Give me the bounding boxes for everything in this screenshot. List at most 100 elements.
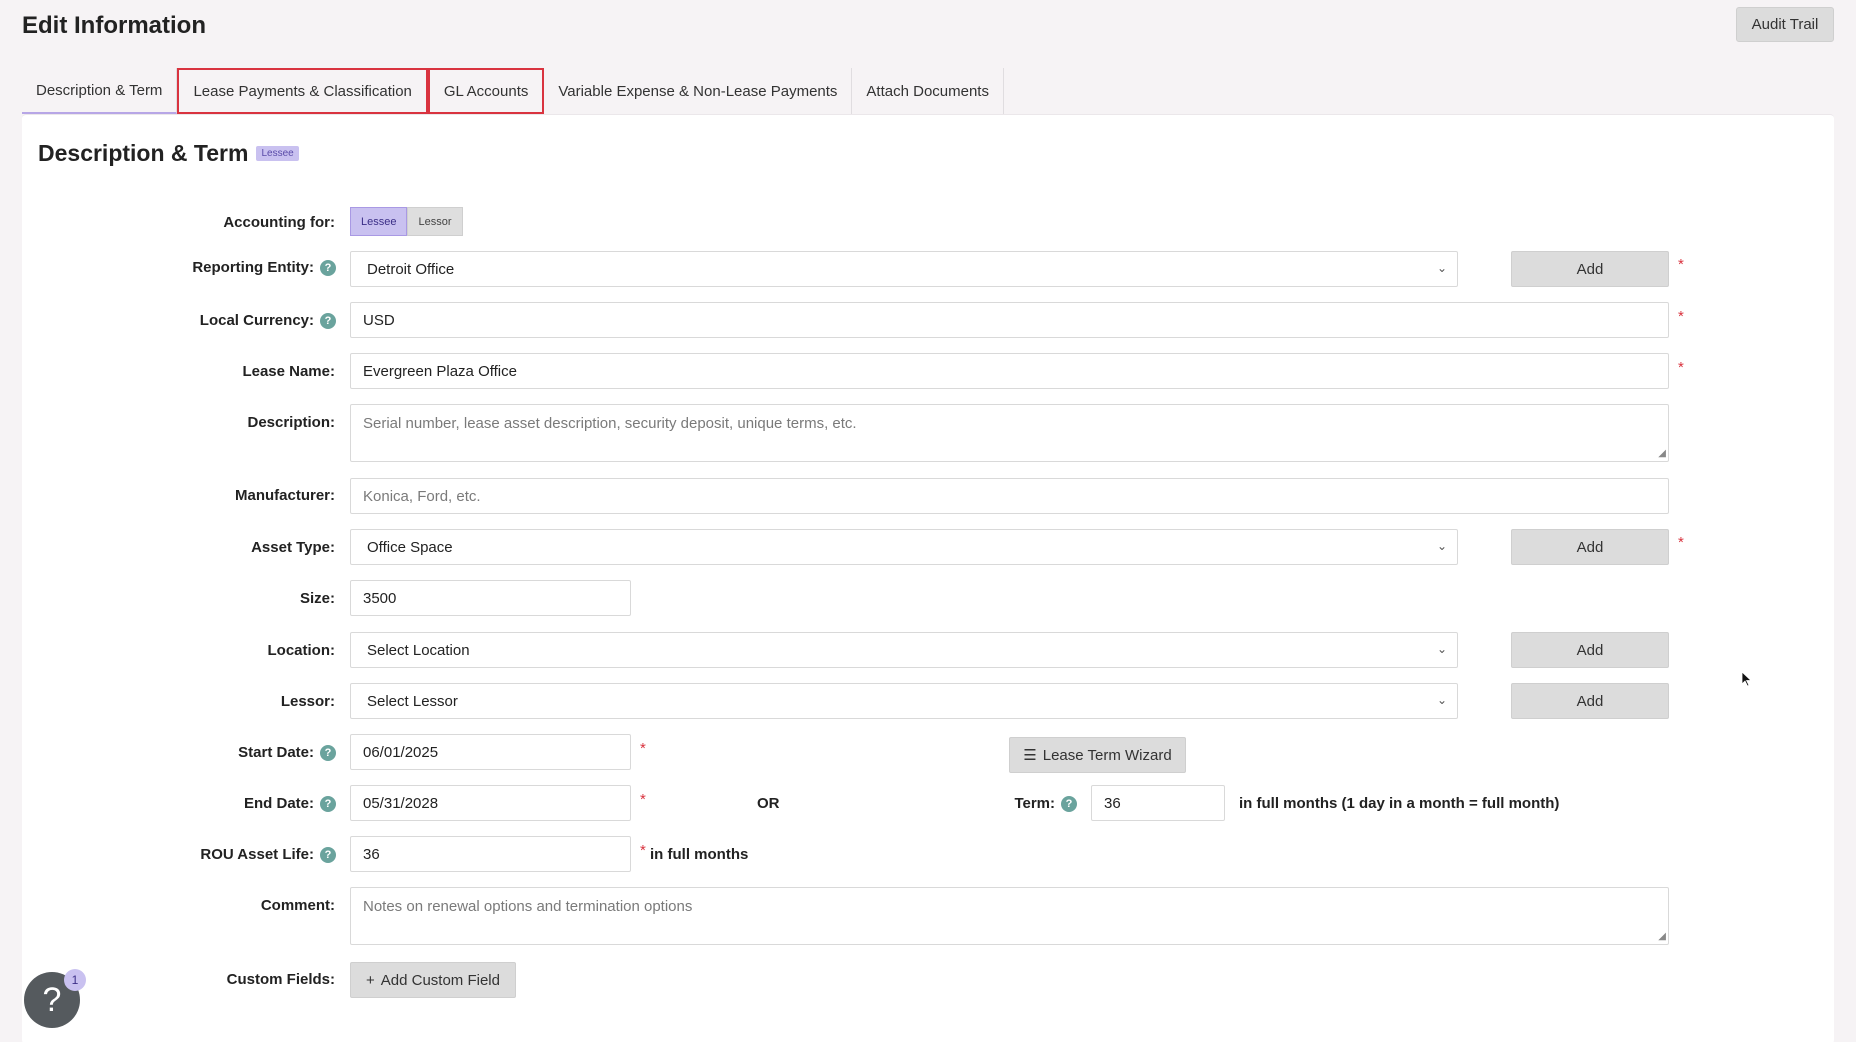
tab-bar: Description & Term Lease Payments & Clas… bbox=[22, 68, 1004, 114]
start-date-field[interactable]: 06/01/2025 bbox=[350, 734, 631, 770]
or-separator: OR bbox=[757, 795, 780, 812]
local-currency-label-text: Local Currency: bbox=[199, 312, 314, 329]
description-label: Description: bbox=[247, 414, 335, 431]
required-mark: * bbox=[1678, 256, 1684, 273]
help-icon[interactable]: ? bbox=[320, 259, 336, 276]
required-mark: * bbox=[640, 842, 646, 859]
add-custom-field-button[interactable]: + Add Custom Field bbox=[350, 962, 516, 998]
help-icon[interactable]: ? bbox=[320, 312, 336, 329]
local-currency-field[interactable]: USD bbox=[350, 302, 1669, 338]
notification-count-badge: 1 bbox=[64, 969, 86, 991]
reporting-entity-label-text: Reporting Entity: bbox=[192, 259, 314, 276]
description-placeholder: Serial number, lease asset description, … bbox=[363, 415, 857, 432]
chevron-down-icon: ⌄ bbox=[1436, 693, 1447, 707]
location-select[interactable]: Select Location ⌄ bbox=[350, 632, 1458, 668]
required-mark: * bbox=[1678, 308, 1684, 325]
reporting-entity-label: Reporting Entity:? bbox=[192, 259, 336, 276]
resize-handle-icon[interactable]: ◢ bbox=[1658, 448, 1666, 459]
comment-label: Comment: bbox=[261, 897, 335, 914]
mouse-cursor-icon bbox=[1741, 671, 1753, 687]
lessor-select[interactable]: Select Lessor ⌄ bbox=[350, 683, 1458, 719]
add-location-button[interactable]: Add bbox=[1511, 632, 1669, 668]
end-date-field[interactable]: 05/31/2028 bbox=[350, 785, 631, 821]
accounting-for-label: Accounting for: bbox=[223, 214, 335, 231]
comment-label-text: Comment: bbox=[260, 897, 335, 914]
rou-asset-life-label-text: ROU Asset Life: bbox=[200, 846, 314, 863]
local-currency-label: Local Currency:? bbox=[200, 312, 336, 329]
lease-term-wizard-label: Lease Term Wizard bbox=[1042, 746, 1172, 764]
lessee-toggle[interactable]: Lessee bbox=[350, 207, 408, 236]
page-title: Edit Information bbox=[22, 12, 206, 39]
custom-fields-label-text: Custom Fields: bbox=[226, 971, 335, 988]
help-icon[interactable]: ? bbox=[320, 795, 336, 812]
required-mark: * bbox=[1678, 359, 1684, 376]
lease-name-label-text: Lease Name: bbox=[242, 363, 335, 380]
manufacturer-field[interactable]: Konica, Ford, etc. bbox=[350, 478, 1669, 514]
chevron-down-icon: ⌄ bbox=[1436, 539, 1447, 553]
add-asset-type-button[interactable]: Add bbox=[1511, 529, 1669, 565]
term-label-text: Term: bbox=[1014, 795, 1055, 812]
lessee-badge: Lessee bbox=[256, 146, 299, 161]
description-label-text: Description: bbox=[247, 414, 335, 431]
help-icon[interactable]: ? bbox=[1061, 795, 1077, 812]
tab-gl-accounts[interactable]: GL Accounts bbox=[427, 68, 545, 114]
tab-lease-payments[interactable]: Lease Payments & Classification bbox=[177, 68, 428, 114]
required-mark: * bbox=[640, 740, 646, 757]
size-label: Size: bbox=[300, 590, 335, 607]
reporting-entity-select[interactable]: Detroit Office ⌄ bbox=[350, 251, 1458, 287]
rou-suffix: in full months bbox=[650, 846, 749, 863]
asset-type-label-text: Asset Type: bbox=[251, 539, 335, 556]
asset-type-label: Asset Type: bbox=[251, 539, 335, 556]
location-label-text: Location: bbox=[267, 642, 336, 659]
tab-variable-expense[interactable]: Variable Expense & Non-Lease Payments bbox=[544, 68, 853, 114]
plus-icon: + bbox=[366, 971, 375, 989]
location-value: Select Location bbox=[367, 641, 470, 659]
term-label: Term:? bbox=[1014, 795, 1077, 812]
accounting-for-label-text: Accounting for: bbox=[223, 214, 335, 231]
section-title-text: Description & Term bbox=[38, 140, 249, 166]
add-custom-field-label: Add Custom Field bbox=[380, 971, 500, 989]
audit-trail-button[interactable]: Audit Trail bbox=[1736, 7, 1834, 42]
location-label: Location: bbox=[268, 642, 336, 659]
manufacturer-label: Manufacturer: bbox=[235, 487, 335, 504]
custom-fields-label: Custom Fields: bbox=[227, 971, 335, 988]
lease-term-wizard-button[interactable]: ☰ Lease Term Wizard bbox=[1009, 737, 1186, 773]
add-lessor-button[interactable]: Add bbox=[1511, 683, 1669, 719]
required-mark: * bbox=[640, 791, 646, 808]
chevron-down-icon: ⌄ bbox=[1436, 642, 1447, 656]
comment-textarea[interactable]: Notes on renewal options and termination… bbox=[350, 887, 1669, 945]
tab-description-term[interactable]: Description & Term bbox=[22, 68, 178, 114]
size-field[interactable]: 3500 bbox=[350, 580, 631, 616]
accounting-for-toggle: Lessee Lessor bbox=[350, 207, 463, 236]
comment-placeholder: Notes on renewal options and termination… bbox=[363, 898, 693, 915]
reporting-entity-value: Detroit Office bbox=[367, 260, 455, 278]
add-reporting-entity-button[interactable]: Add bbox=[1511, 251, 1669, 287]
lessor-label-text: Lessor: bbox=[280, 693, 335, 710]
lessor-label: Lessor: bbox=[281, 693, 335, 710]
asset-type-value: Office Space bbox=[367, 538, 453, 556]
manufacturer-label-text: Manufacturer: bbox=[234, 487, 335, 504]
section-title: Description & Term Lessee bbox=[38, 140, 299, 167]
rou-asset-life-label: ROU Asset Life:? bbox=[200, 846, 336, 863]
description-textarea[interactable]: Serial number, lease asset description, … bbox=[350, 404, 1669, 462]
required-mark: * bbox=[1678, 534, 1684, 551]
help-icon[interactable]: ? bbox=[320, 744, 336, 761]
lease-name-field[interactable]: Evergreen Plaza Office bbox=[350, 353, 1669, 389]
term-field[interactable]: 36 bbox=[1091, 785, 1225, 821]
end-date-label: End Date:? bbox=[244, 795, 336, 812]
tab-attach-documents[interactable]: Attach Documents bbox=[852, 68, 1004, 114]
lessor-toggle[interactable]: Lessor bbox=[407, 207, 463, 236]
end-date-label-text: End Date: bbox=[243, 795, 314, 812]
rou-asset-life-field[interactable]: 36 bbox=[350, 836, 631, 872]
term-suffix: in full months (1 day in a month = full … bbox=[1239, 795, 1560, 812]
lease-name-label: Lease Name: bbox=[242, 363, 335, 380]
help-icon[interactable]: ? bbox=[320, 846, 336, 863]
asset-type-select[interactable]: Office Space ⌄ bbox=[350, 529, 1458, 565]
start-date-label-text: Start Date: bbox=[238, 744, 314, 761]
size-label-text: Size: bbox=[299, 590, 335, 607]
start-date-label: Start Date:? bbox=[238, 744, 336, 761]
resize-handle-icon[interactable]: ◢ bbox=[1658, 931, 1666, 942]
list-icon: ☰ bbox=[1023, 747, 1037, 764]
chevron-down-icon: ⌄ bbox=[1436, 261, 1447, 275]
lessor-value: Select Lessor bbox=[367, 692, 458, 710]
